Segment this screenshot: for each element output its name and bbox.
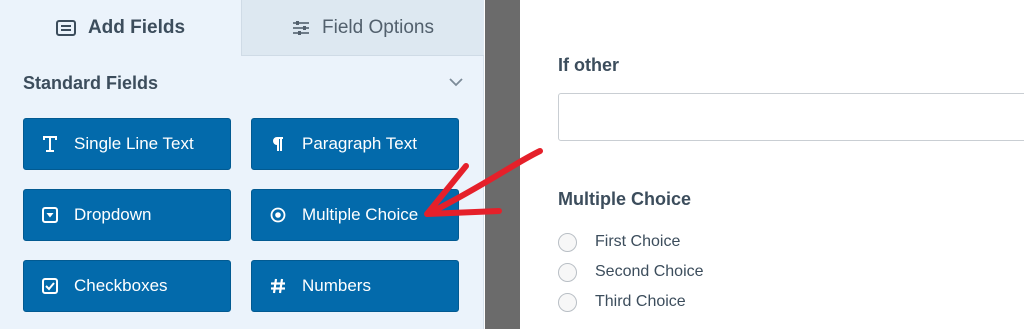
if-other-label: If other <box>558 55 619 75</box>
panel-divider <box>485 0 520 329</box>
hash-icon <box>268 278 288 294</box>
choice-option[interactable]: Third Choice <box>558 291 686 313</box>
list-icon <box>55 20 76 36</box>
field-label: Paragraph Text <box>302 134 417 153</box>
text-cursor-icon <box>40 135 60 153</box>
radio-button[interactable] <box>558 292 577 312</box>
tab-field-options[interactable]: Field Options <box>241 0 484 56</box>
checkboxes-button[interactable]: Checkboxes <box>23 260 231 312</box>
choice-label: Third Choice <box>595 293 686 310</box>
multiple-choice-button[interactable]: Multiple Choice <box>251 189 459 241</box>
radio-icon <box>268 207 288 223</box>
choice-option[interactable]: First Choice <box>558 231 680 253</box>
field-label: Numbers <box>302 276 371 295</box>
tab-add-fields[interactable]: Add Fields <box>0 0 241 56</box>
tab-field-options-label: Field Options <box>322 16 434 38</box>
field-label: Checkboxes <box>74 276 168 295</box>
field-label: Single Line Text <box>74 134 194 153</box>
panel-tabs: Add Fields Field Options <box>0 0 484 56</box>
form-preview: If other Multiple Choice First Choice Se… <box>520 0 1024 329</box>
choice-option[interactable]: Second Choice <box>558 261 704 283</box>
dropdown-icon <box>40 207 60 223</box>
paragraph-icon <box>268 136 288 152</box>
sliders-icon <box>292 20 310 36</box>
radio-button[interactable] <box>558 262 577 282</box>
dropdown-button[interactable]: Dropdown <box>23 189 231 241</box>
field-label: Multiple Choice <box>302 205 419 224</box>
section-title: Standard Fields <box>23 72 159 93</box>
multiple-choice-label: Multiple Choice <box>558 189 692 209</box>
field-label: Dropdown <box>74 205 152 224</box>
standard-fields-header[interactable]: Standard Fields <box>23 72 463 94</box>
paragraph-text-button[interactable]: Paragraph Text <box>251 118 459 170</box>
tab-add-fields-label: Add Fields <box>87 17 186 38</box>
single-line-text-button[interactable]: Single Line Text <box>23 118 231 170</box>
numbers-button[interactable]: Numbers <box>251 260 459 312</box>
choice-label: First Choice <box>595 233 681 250</box>
choice-label: Second Choice <box>595 263 704 280</box>
checkbox-icon <box>40 278 60 294</box>
chevron-down-icon[interactable] <box>449 74 463 92</box>
if-other-input[interactable] <box>558 93 1024 141</box>
add-fields-panel: Add Fields Field Options Standard Fields <box>0 0 484 329</box>
radio-button[interactable] <box>558 232 577 252</box>
